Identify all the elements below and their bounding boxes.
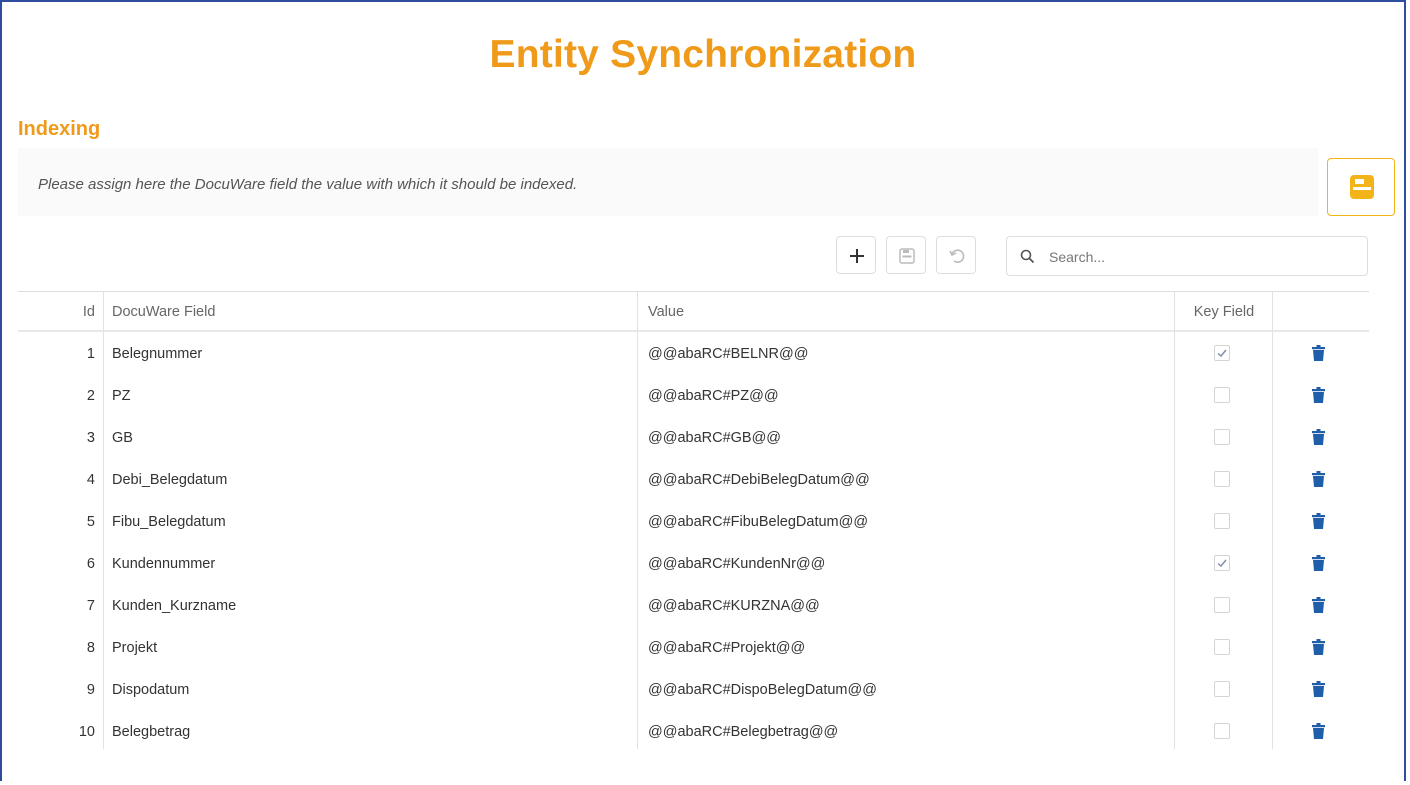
floppy-disk-icon xyxy=(899,248,915,264)
table-row[interactable]: 8 Projekt @@abaRC#Projekt@@ xyxy=(18,627,1369,669)
column-header-docuware-field[interactable]: DocuWare Field xyxy=(112,292,632,332)
delete-button[interactable] xyxy=(1312,639,1325,660)
delete-button[interactable] xyxy=(1312,597,1325,618)
save-rows-button[interactable] xyxy=(886,236,926,274)
delete-button[interactable] xyxy=(1312,723,1325,744)
docuware-field-cell[interactable]: Projekt xyxy=(112,627,632,669)
column-header-value[interactable]: Value xyxy=(648,292,1178,332)
info-text: Please assign here the DocuWare field th… xyxy=(38,176,578,193)
docuware-field-cell[interactable]: Debi_Belegdatum xyxy=(112,459,632,501)
value-cell[interactable]: @@abaRC#PZ@@ xyxy=(648,375,1178,417)
docuware-field-cell[interactable]: Kundennummer xyxy=(112,543,632,585)
check-icon xyxy=(1217,559,1227,567)
trash-icon xyxy=(1312,597,1325,613)
delete-button[interactable] xyxy=(1312,345,1325,366)
data-grid: Id DocuWare Field Value Key Field 1 Beleg… xyxy=(18,291,1369,749)
trash-icon xyxy=(1312,471,1325,487)
delete-button[interactable] xyxy=(1312,387,1325,408)
delete-button[interactable] xyxy=(1312,681,1325,702)
value-cell[interactable]: @@abaRC#Projekt@@ xyxy=(648,627,1178,669)
key-field-checkbox[interactable] xyxy=(1214,345,1230,361)
trash-icon xyxy=(1312,429,1325,445)
value-cell[interactable]: @@abaRC#DebiBelegDatum@@ xyxy=(648,459,1178,501)
table-row[interactable]: 9 Dispodatum @@abaRC#DispoBelegDatum@@ xyxy=(18,669,1369,711)
table-row[interactable]: 6 Kundennummer @@abaRC#KundenNr@@ xyxy=(18,543,1369,585)
grid-header: Id DocuWare Field Value Key Field xyxy=(18,292,1369,332)
value-cell[interactable]: @@abaRC#KundenNr@@ xyxy=(648,543,1178,585)
check-icon xyxy=(1217,349,1227,357)
key-field-checkbox[interactable] xyxy=(1214,513,1230,529)
trash-icon xyxy=(1312,639,1325,655)
table-row[interactable]: 7 Kunden_Kurzname @@abaRC#KURZNA@@ xyxy=(18,585,1369,627)
add-row-button[interactable] xyxy=(836,236,876,274)
trash-icon xyxy=(1312,681,1325,697)
row-id: 4 xyxy=(86,472,95,488)
column-header-key-field[interactable]: Key Field xyxy=(1176,292,1272,332)
key-field-checkbox[interactable] xyxy=(1214,681,1230,697)
key-field-checkbox[interactable] xyxy=(1214,639,1230,655)
plus-icon xyxy=(850,249,864,263)
docuware-field-cell[interactable]: PZ xyxy=(112,375,632,417)
docuware-field-cell[interactable]: Belegbetrag xyxy=(112,711,632,749)
delete-button[interactable] xyxy=(1312,429,1325,450)
key-field-checkbox[interactable] xyxy=(1214,471,1230,487)
docuware-field-cell[interactable]: Belegnummer xyxy=(112,333,632,375)
row-id: 7 xyxy=(86,598,95,614)
value-cell[interactable]: @@abaRC#GB@@ xyxy=(648,417,1178,459)
value-cell[interactable]: @@abaRC#Belegbetrag@@ xyxy=(648,711,1178,749)
key-field-checkbox[interactable] xyxy=(1214,555,1230,571)
row-id: 2 xyxy=(86,388,95,404)
table-row[interactable]: 10 Belegbetrag @@abaRC#Belegbetrag@@ xyxy=(18,711,1369,749)
docuware-field-cell[interactable]: Dispodatum xyxy=(112,669,632,711)
docuware-field-cell[interactable]: Fibu_Belegdatum xyxy=(112,501,632,543)
value-cell[interactable]: @@abaRC#FibuBelegDatum@@ xyxy=(648,501,1178,543)
row-id: 10 xyxy=(78,724,95,740)
info-panel: Please assign here the DocuWare field th… xyxy=(18,148,1318,216)
column-header-id[interactable]: Id xyxy=(18,292,103,332)
search-input[interactable] xyxy=(1047,245,1351,269)
row-id: 3 xyxy=(86,430,95,446)
value-cell[interactable]: @@abaRC#BELNR@@ xyxy=(648,333,1178,375)
key-field-checkbox[interactable] xyxy=(1214,387,1230,403)
delete-button[interactable] xyxy=(1312,513,1325,534)
row-id: 6 xyxy=(86,556,95,572)
table-row[interactable]: 5 Fibu_Belegdatum @@abaRC#FibuBelegDatum@@ xyxy=(18,501,1369,543)
undo-button[interactable] xyxy=(936,236,976,274)
value-cell[interactable]: @@abaRC#DispoBelegDatum@@ xyxy=(648,669,1178,711)
docuware-field-cell[interactable]: GB xyxy=(112,417,632,459)
section-title: Indexing xyxy=(18,118,101,140)
trash-icon xyxy=(1312,513,1325,529)
trash-icon xyxy=(1312,345,1325,361)
search-box[interactable] xyxy=(1006,236,1368,276)
search-icon xyxy=(1020,249,1035,264)
table-row[interactable]: 2 PZ @@abaRC#PZ@@ xyxy=(18,375,1369,417)
delete-button[interactable] xyxy=(1312,555,1325,576)
trash-icon xyxy=(1312,387,1325,403)
trash-icon xyxy=(1312,555,1325,571)
page-title: Entity Synchronization xyxy=(489,33,917,76)
table-row[interactable]: 3 GB @@abaRC#GB@@ xyxy=(18,417,1369,459)
table-row[interactable]: 1 Belegnummer @@abaRC#BELNR@@ xyxy=(18,333,1369,375)
row-id: 5 xyxy=(86,514,95,530)
key-field-checkbox[interactable] xyxy=(1214,597,1230,613)
value-cell[interactable]: @@abaRC#KURZNA@@ xyxy=(648,585,1178,627)
floppy-disk-icon xyxy=(1350,175,1374,199)
save-button[interactable] xyxy=(1327,158,1395,216)
undo-icon xyxy=(949,249,965,263)
row-id: 9 xyxy=(86,682,95,698)
row-id: 8 xyxy=(86,640,95,656)
delete-button[interactable] xyxy=(1312,471,1325,492)
docuware-field-cell[interactable]: Kunden_Kurzname xyxy=(112,585,632,627)
key-field-checkbox[interactable] xyxy=(1214,429,1230,445)
trash-icon xyxy=(1312,723,1325,739)
row-id: 1 xyxy=(86,346,95,362)
table-row[interactable]: 4 Debi_Belegdatum @@abaRC#DebiBelegDatum@@ xyxy=(18,459,1369,501)
key-field-checkbox[interactable] xyxy=(1214,723,1230,739)
